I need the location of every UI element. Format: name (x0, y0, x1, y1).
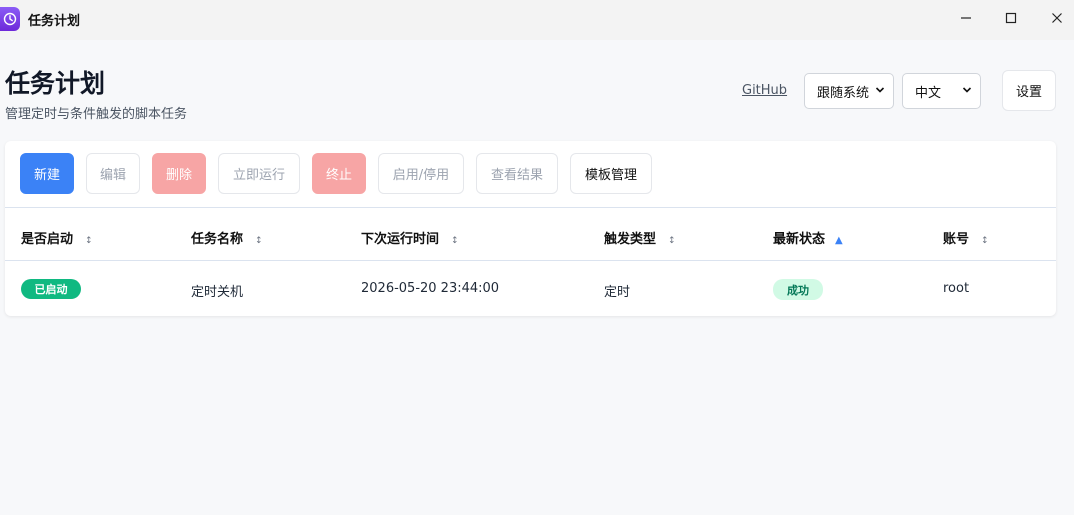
window-title: 任务计划 (28, 14, 81, 29)
stop-button[interactable]: 终止 (312, 153, 366, 194)
sort-arrows-icon: ↕ (668, 236, 676, 246)
task-name-cell: 定时关机 (191, 285, 244, 300)
column-header-name[interactable]: 任务名称 ↕ (191, 228, 263, 247)
page-title: 任务计划 (5, 69, 106, 98)
close-button[interactable] (1034, 0, 1074, 36)
column-header-status[interactable]: 最新状态 ▲ (773, 228, 843, 247)
column-header-next-run[interactable]: 下次运行时间 ↕ (361, 228, 459, 247)
page-subtitle: 管理定时与条件触发的脚本任务 (5, 107, 188, 122)
settings-button[interactable]: 设置 (1002, 70, 1056, 111)
column-header-trigger[interactable]: 触发类型 ↕ (604, 228, 676, 247)
table-header: 是否启动 ↕ 任务名称 ↕ 下次运行时间 ↕ 触发类型 ↕ 最新状态 ▲ 账号 ↕ (5, 207, 1056, 261)
view-results-button[interactable]: 查看结果 (476, 153, 558, 194)
chevron-down-icon (875, 85, 885, 98)
delete-button[interactable]: 删除 (152, 153, 206, 194)
toolbar: 新建 编辑 删除 立即运行 终止 启用/停用 查看结果 模板管理 (5, 141, 1056, 207)
clock-icon (0, 7, 20, 31)
next-run-cell: 2026-05-20 23:44:00 (361, 281, 500, 296)
sort-arrows-icon: ↕ (981, 236, 989, 246)
github-link[interactable]: GitHub (742, 83, 787, 98)
table-row[interactable]: 已启动 定时关机 2026-05-20 23:44:00 定时 成功 root (5, 262, 1056, 316)
maximize-button[interactable] (988, 0, 1034, 36)
language-select-value: 中文 (915, 85, 942, 101)
title-bar: 任务计划 (0, 0, 1074, 40)
account-cell: root (943, 281, 970, 296)
run-now-button[interactable]: 立即运行 (218, 153, 300, 194)
sort-arrows-icon: ↕ (255, 236, 263, 246)
task-panel: 新建 编辑 删除 立即运行 终止 启用/停用 查看结果 模板管理 是否启动 ↕ 任… (5, 141, 1056, 316)
edit-button[interactable]: 编辑 (86, 153, 140, 194)
language-select[interactable]: 中文 (902, 73, 981, 109)
status-badge: 成功 (773, 279, 823, 300)
column-header-enabled[interactable]: 是否启动 ↕ (21, 228, 93, 247)
trigger-cell: 定时 (604, 285, 631, 300)
new-button[interactable]: 新建 (20, 153, 74, 194)
minimize-button[interactable] (943, 0, 989, 36)
enabled-badge: 已启动 (21, 279, 81, 299)
template-manage-button[interactable]: 模板管理 (570, 153, 652, 194)
sort-arrows-icon: ↕ (451, 236, 459, 246)
theme-select-value: 跟随系统 (817, 85, 870, 101)
column-header-account[interactable]: 账号 ↕ (943, 228, 989, 247)
theme-select[interactable]: 跟随系统 (804, 73, 894, 109)
triangle-up-icon: ▲ (835, 235, 843, 246)
toggle-enable-button[interactable]: 启用/停用 (378, 153, 464, 194)
chevron-down-icon (962, 85, 972, 98)
sort-arrows-icon: ↕ (85, 236, 93, 246)
